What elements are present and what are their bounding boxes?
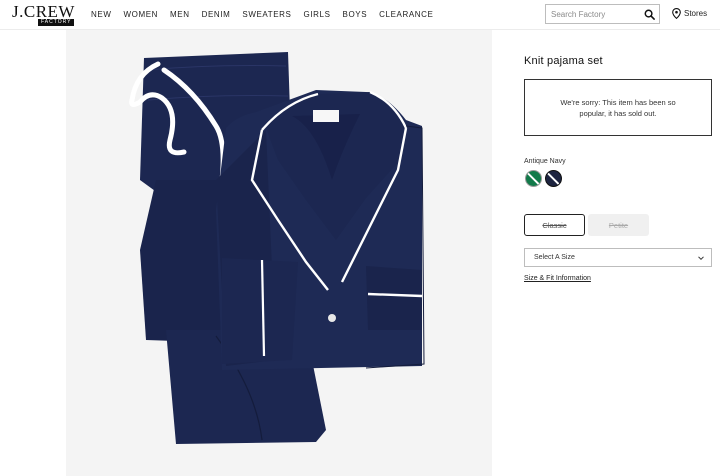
size-select-label: Select A Size — [534, 254, 575, 261]
size-select[interactable]: Select A Size — [524, 248, 712, 267]
nav-item-denim[interactable]: DENIM — [202, 10, 231, 20]
sold-out-message: We're sorry: This item has been so popul… — [560, 97, 676, 118]
unavailable-slash — [526, 171, 541, 186]
nav-item-boys[interactable]: BOYS — [343, 10, 368, 20]
map-pin-icon — [672, 8, 681, 19]
site-header: J.CREW FACTORY NEW WOMEN MEN DENIM SWEAT… — [0, 0, 720, 30]
chevron-down-icon — [698, 256, 704, 261]
search-box — [545, 4, 660, 24]
swatch-antique-navy[interactable] — [545, 170, 562, 187]
nav-item-women[interactable]: WOMEN — [123, 10, 158, 20]
search-input[interactable] — [546, 5, 638, 23]
pajama-set-illustration — [129, 52, 425, 444]
nav-item-clearance[interactable]: CLEARANCE — [379, 10, 433, 20]
fit-petite-button[interactable]: Petite — [588, 214, 649, 236]
product-title: Knit pajama set — [524, 55, 603, 67]
search-icon[interactable] — [644, 9, 655, 20]
main-nav: NEW WOMEN MEN DENIM SWEATERS GIRLS BOYS … — [91, 10, 445, 20]
brand-name: J.CREW — [12, 2, 75, 21]
swatch-green[interactable] — [525, 170, 542, 187]
brand-logo[interactable]: J.CREW FACTORY — [12, 2, 75, 26]
product-image — [66, 30, 492, 476]
nav-item-girls[interactable]: GIRLS — [304, 10, 331, 20]
sold-out-notice: We're sorry: This item has been so popul… — [524, 79, 712, 136]
brand-sub: FACTORY — [38, 19, 75, 26]
fit-classic-button[interactable]: Classic — [524, 214, 585, 236]
color-name: Antique Navy — [524, 158, 566, 165]
size-fit-info-link[interactable]: Size & Fit Information — [524, 275, 591, 282]
nav-item-new[interactable]: NEW — [91, 10, 111, 20]
nav-item-sweaters[interactable]: SWEATERS — [242, 10, 291, 20]
stores-label: Stores — [684, 9, 708, 18]
stores-link[interactable]: Stores — [672, 8, 707, 19]
unavailable-slash — [546, 171, 561, 186]
nav-item-men[interactable]: MEN — [170, 10, 190, 20]
